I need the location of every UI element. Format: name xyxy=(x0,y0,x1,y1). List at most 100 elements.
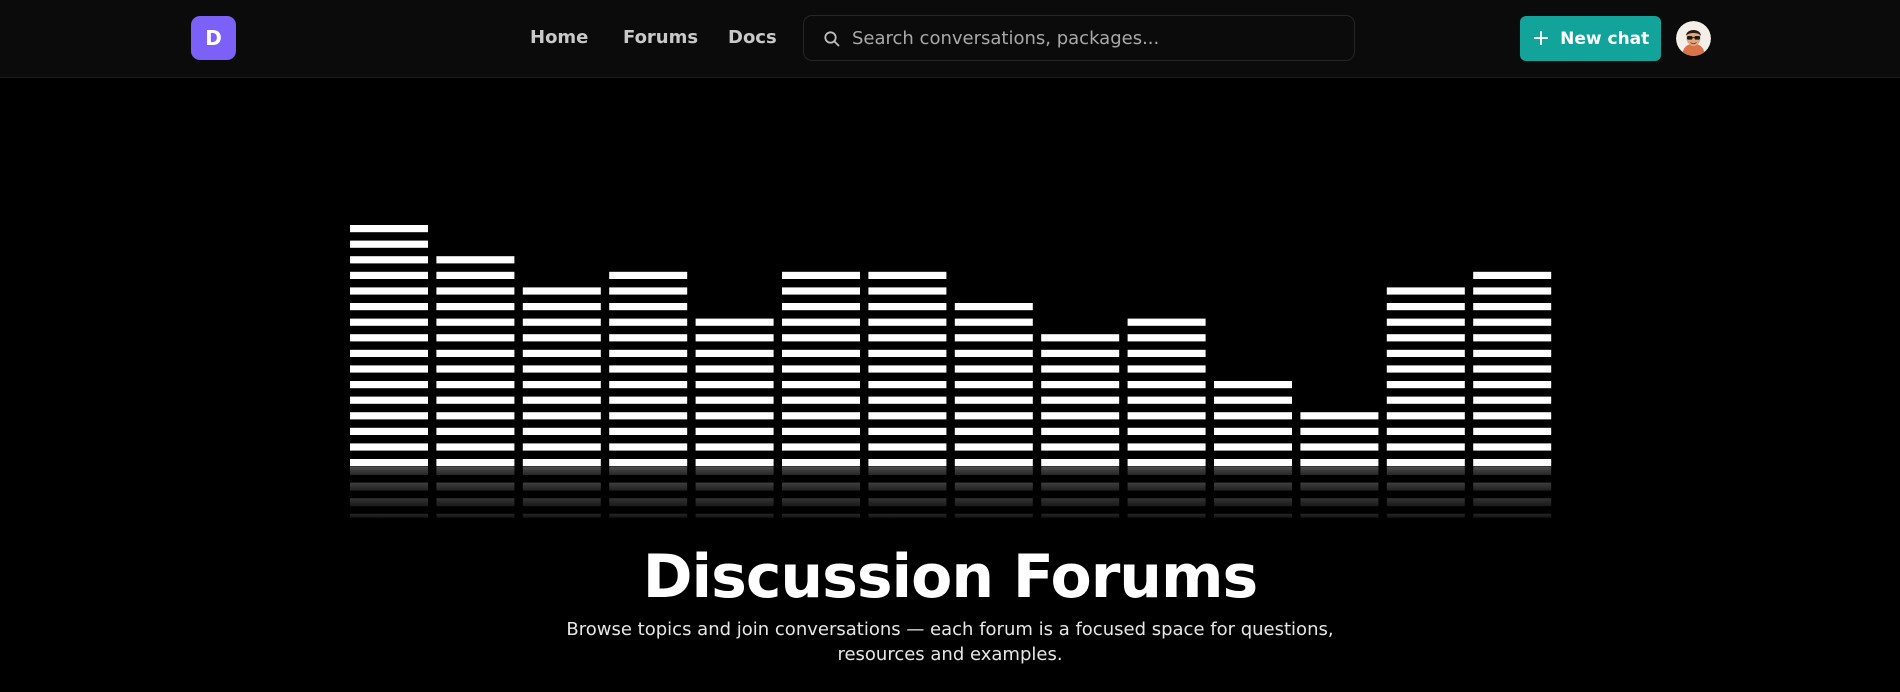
equalizer-bar xyxy=(782,396,860,404)
equalizer-reflection-bar xyxy=(522,498,601,507)
equalizer-bar xyxy=(1473,443,1552,451)
equalizer-reflection-bar xyxy=(695,513,774,518)
equalizer-bar xyxy=(1386,303,1465,311)
equalizer-bar xyxy=(1386,412,1465,420)
equalizer-bar xyxy=(1127,427,1206,435)
equalizer-reflection-bar xyxy=(868,482,947,491)
equalizer-bar xyxy=(868,287,947,295)
equalizer-reflection-bar xyxy=(1473,513,1552,518)
equalizer-bar xyxy=(350,427,428,435)
equalizer-bar xyxy=(782,271,860,279)
equalizer-bar xyxy=(436,334,515,342)
nav-home-link[interactable]: Home xyxy=(530,26,588,50)
page-subtitle: Browse topics and join conversations — e… xyxy=(566,619,1334,665)
equalizer-reflection-bar xyxy=(1386,513,1465,518)
equalizer-reflection-bar xyxy=(868,498,947,507)
equalizer-bar xyxy=(782,334,860,342)
equalizer-bar xyxy=(436,459,515,467)
equalizer-bar xyxy=(1473,318,1552,326)
equalizer-bar xyxy=(954,349,1033,357)
equalizer-bar xyxy=(868,396,947,404)
equalizer-bar xyxy=(1473,287,1552,295)
equalizer-bar xyxy=(868,303,947,311)
equalizer-bar xyxy=(1214,459,1292,467)
equalizer-bar xyxy=(1473,412,1552,420)
equalizer-bar xyxy=(695,412,774,420)
equalizer-bar xyxy=(695,396,774,404)
equalizer-reflection-bar xyxy=(782,498,860,507)
page-title: Discussion Forums xyxy=(642,542,1259,612)
equalizer-bar xyxy=(1386,349,1465,357)
equalizer-reflection-bar xyxy=(1386,467,1465,475)
equalizer-bar xyxy=(954,427,1033,435)
equalizer-bar xyxy=(868,271,947,279)
equalizer-reflection-bar xyxy=(350,467,428,475)
equalizer-bar xyxy=(1127,396,1206,404)
equalizer-column xyxy=(1127,318,1206,518)
equalizer-reflection-bar xyxy=(782,482,860,491)
equalizer-bar xyxy=(436,271,515,279)
equalizer-bar xyxy=(1127,459,1206,467)
search-input[interactable] xyxy=(852,16,1342,60)
app-logo[interactable]: D xyxy=(191,16,236,60)
equalizer-bar xyxy=(1300,443,1379,451)
equalizer-bar xyxy=(350,225,428,233)
equalizer-bar xyxy=(695,459,774,467)
equalizer-bar xyxy=(350,303,428,311)
equalizer-reflection-bar xyxy=(1300,482,1379,491)
equalizer-bar xyxy=(522,427,601,435)
equalizer-bar xyxy=(1214,443,1292,451)
equalizer-bar xyxy=(1041,349,1120,357)
equalizer-bar xyxy=(436,427,515,435)
equalizer-bar xyxy=(782,381,860,389)
equalizer-reflection-bar xyxy=(522,467,601,475)
equalizer-reflection-bar xyxy=(1386,498,1465,507)
equalizer-bar xyxy=(609,381,688,389)
equalizer-bar xyxy=(436,318,515,326)
equalizer-bar xyxy=(1473,334,1552,342)
equalizer-reflection-bar xyxy=(436,513,515,518)
equalizer-bar xyxy=(350,443,428,451)
equalizer-bar xyxy=(954,443,1033,451)
equalizer-bar xyxy=(436,256,515,264)
equalizer-bar xyxy=(1386,287,1465,295)
equalizer-bar xyxy=(350,334,428,342)
equalizer-column xyxy=(1300,412,1379,518)
search-box[interactable] xyxy=(803,15,1355,61)
nav-forums-link[interactable]: Forums xyxy=(623,26,698,50)
equalizer-reflection-bar xyxy=(1041,498,1120,507)
equalizer-bar xyxy=(868,427,947,435)
equalizer-bar xyxy=(695,349,774,357)
new-chat-button[interactable]: + New chat xyxy=(1520,16,1661,61)
equalizer-bar xyxy=(1300,427,1379,435)
equalizer-bar xyxy=(522,381,601,389)
equalizer-bar xyxy=(1127,349,1206,357)
equalizer-bar xyxy=(868,334,947,342)
equalizer-bar xyxy=(1041,334,1120,342)
new-chat-label: New chat xyxy=(1560,28,1650,49)
equalizer-column xyxy=(868,271,947,518)
equalizer-bar xyxy=(1214,396,1292,404)
equalizer-bar xyxy=(695,381,774,389)
equalizer-reflection-bar xyxy=(1127,513,1206,518)
equalizer-bar xyxy=(1473,427,1552,435)
nav-docs-link[interactable]: Docs xyxy=(728,26,777,50)
equalizer-bar xyxy=(868,459,947,467)
equalizer-column xyxy=(350,225,428,518)
equalizer-bar xyxy=(609,303,688,311)
equalizer-bar xyxy=(1473,349,1552,357)
equalizer-bar xyxy=(1386,427,1465,435)
equalizer-bar xyxy=(1473,303,1552,311)
equalizer-bar xyxy=(1300,459,1379,467)
equalizer-bar xyxy=(609,396,688,404)
equalizer-bar xyxy=(609,334,688,342)
equalizer-bar xyxy=(868,365,947,373)
equalizer-bar xyxy=(782,365,860,373)
equalizer-reflection-bar xyxy=(522,482,601,491)
equalizer-bar xyxy=(868,318,947,326)
user-avatar[interactable] xyxy=(1676,21,1711,56)
equalizer-reflection-bar xyxy=(1473,482,1552,491)
equalizer-bar xyxy=(436,349,515,357)
equalizer-reflection-bar xyxy=(1041,467,1120,475)
equalizer-bar xyxy=(782,318,860,326)
